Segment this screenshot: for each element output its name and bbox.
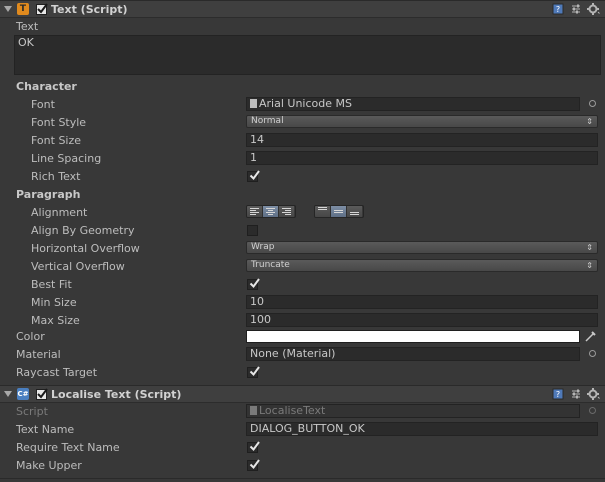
font-size-field[interactable]: 14 [246,133,598,147]
object-picker-icon[interactable] [589,100,596,107]
align-by-geometry-checkbox[interactable] [247,225,258,236]
font-value: Arial Unicode MS [259,97,352,110]
text-label: Text [16,20,39,33]
dropdown-arrows-icon: ⇕ [586,261,593,270]
eyedropper-icon[interactable] [584,330,597,343]
material-object-field[interactable]: None (Material) [246,347,580,361]
align-left-icon [250,208,259,216]
foldout-arrow-icon[interactable] [4,391,12,397]
checkmark-icon [249,459,260,470]
font-style-value: Normal [251,116,284,126]
localise-component-enabled-toggle[interactable] [36,388,48,400]
align-bottom-button[interactable] [347,206,362,217]
script-value: LocaliseText [259,404,326,417]
line-spacing-field[interactable]: 1 [246,151,598,165]
dropdown-arrows-icon: ⇕ [586,117,593,126]
best-fit-label: Best Fit [31,278,72,291]
object-picker-icon [589,407,596,414]
min-size-field[interactable]: 10 [246,295,598,309]
svg-text:?: ? [556,5,560,14]
preset-sliders-icon[interactable] [570,388,582,400]
checkmark-icon [249,441,260,452]
checkmark-icon [249,170,260,181]
text-area[interactable]: OK [14,35,601,75]
character-section-header: Character [16,80,77,93]
align-right-button[interactable] [279,206,294,217]
script-icon: C# [17,388,29,400]
align-center-button[interactable] [263,206,279,217]
text-component-header[interactable]: T Text (Script) ? [0,0,605,18]
checkmark-icon [249,366,260,377]
text-name-label: Text Name [16,423,75,436]
align-by-geometry-label: Align By Geometry [31,224,135,237]
min-size-label: Min Size [31,296,77,309]
align-top-icon [318,207,327,211]
require-text-name-checkbox[interactable] [247,441,260,453]
checkmark-icon [37,388,48,399]
vertical-overflow-value: Truncate [251,260,290,270]
font-style-dropdown[interactable]: Normal ⇕ [246,115,598,128]
horizontal-overflow-value: Wrap [251,242,275,252]
help-book-icon[interactable]: ? [552,3,564,15]
script-object-field: LocaliseText [246,404,580,418]
align-right-icon [282,208,291,216]
script-asset-icon [250,406,257,415]
align-center-icon [266,208,275,216]
best-fit-checkbox[interactable] [247,278,260,290]
horizontal-alignment-group[interactable] [246,205,296,218]
text-component-enabled-toggle[interactable] [36,3,48,15]
max-size-label: Max Size [31,314,80,327]
material-label: Material [16,348,61,361]
max-size-field[interactable]: 100 [246,313,598,327]
line-spacing-label: Line Spacing [31,152,102,165]
horizontal-overflow-dropdown[interactable]: Wrap ⇕ [246,241,598,254]
text-component-title: Text (Script) [51,3,128,16]
horizontal-overflow-label: Horizontal Overflow [31,242,140,255]
svg-text:?: ? [556,390,560,399]
checkmark-icon [37,3,48,14]
require-text-name-label: Require Text Name [16,441,120,454]
foldout-arrow-icon[interactable] [4,6,12,12]
font-style-label: Font Style [31,116,87,129]
dropdown-arrows-icon: ⇕ [586,243,593,252]
color-swatch[interactable] [246,330,580,343]
checkmark-icon [249,278,260,289]
help-book-icon[interactable]: ? [552,388,564,400]
align-top-button[interactable] [315,206,331,217]
gear-icon[interactable] [587,3,600,15]
rich-text-checkbox[interactable] [247,170,260,182]
object-picker-icon[interactable] [589,350,596,357]
vertical-overflow-dropdown[interactable]: Truncate ⇕ [246,259,598,272]
preset-sliders-icon[interactable] [570,3,582,15]
alignment-label: Alignment [31,206,88,219]
align-left-button[interactable] [247,206,263,217]
vertical-overflow-label: Vertical Overflow [31,260,125,273]
make-upper-checkbox[interactable] [247,459,260,471]
localise-component-title: Localise Text (Script) [51,388,182,401]
font-object-field[interactable]: Arial Unicode MS [246,97,580,111]
gear-icon[interactable] [587,388,600,400]
align-bottom-icon [350,212,359,216]
align-middle-button[interactable] [331,206,347,217]
script-label: Script [16,405,48,418]
make-upper-label: Make Upper [16,459,82,472]
localise-component-header[interactable]: C# Localise Text (Script) ? [0,385,605,403]
paragraph-section-header: Paragraph [16,188,81,201]
raycast-target-checkbox[interactable] [247,366,260,378]
vertical-alignment-group[interactable] [314,205,364,218]
font-asset-icon [250,99,257,108]
text-name-field[interactable]: DIALOG_BUTTON_OK [246,422,598,436]
rich-text-label: Rich Text [31,170,81,183]
raycast-target-label: Raycast Target [16,366,98,379]
color-label: Color [16,330,45,343]
font-size-label: Font Size [31,134,82,147]
bottom-divider [0,478,605,479]
text-component-icon: T [17,3,29,15]
font-label: Font [31,98,55,111]
align-middle-icon [334,210,343,214]
